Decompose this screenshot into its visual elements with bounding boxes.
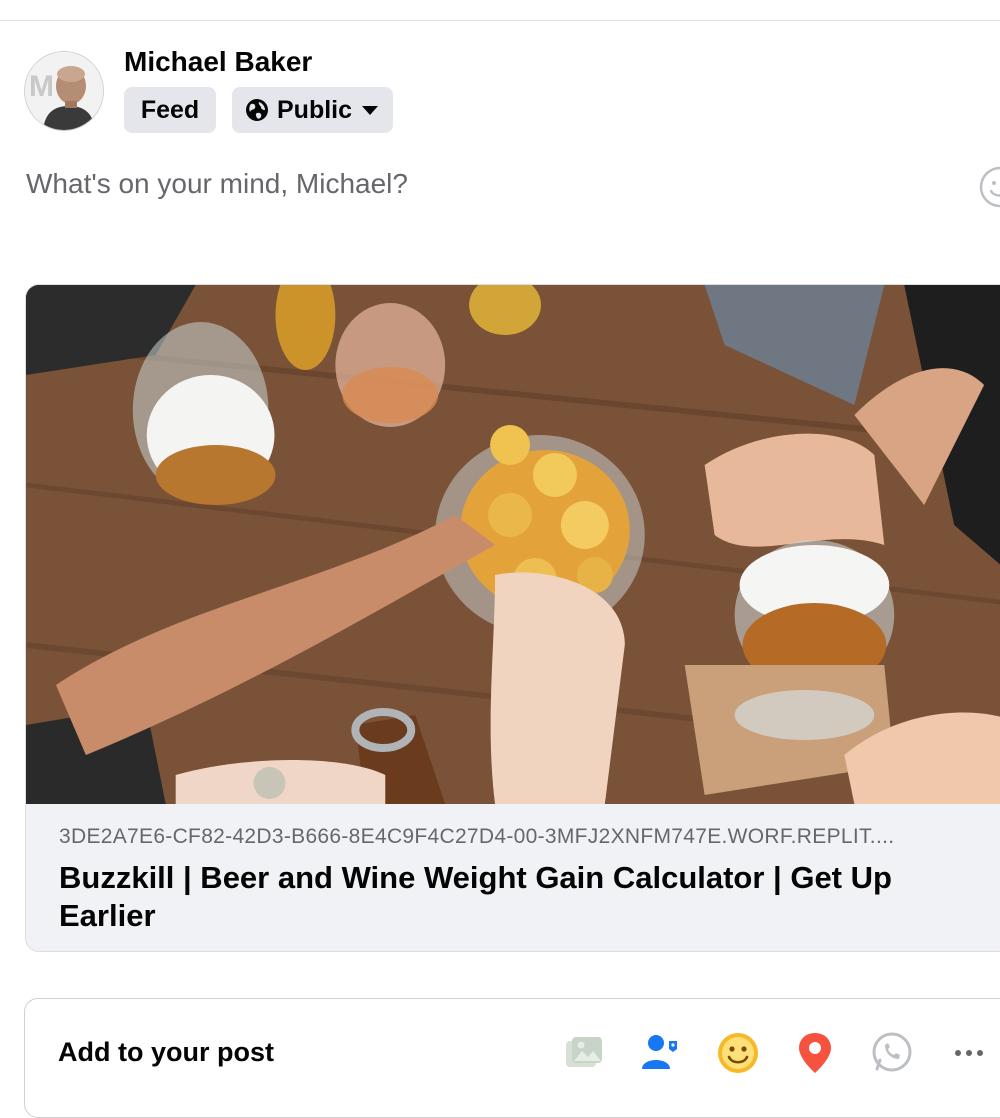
feeling-icon[interactable]	[714, 1029, 762, 1077]
link-preview-card[interactable]: 3DE2A7E6-CF82-42D3-B666-8E4C9F4C27D4-00-…	[25, 284, 1000, 952]
check-in-icon[interactable]	[791, 1029, 839, 1077]
tag-people-icon[interactable]	[636, 1029, 684, 1077]
add-to-post-label: Add to your post	[58, 1037, 274, 1067]
link-preview-image	[26, 285, 1000, 804]
author-name[interactable]: Michael Baker	[124, 46, 312, 78]
link-domain: 3DE2A7E6-CF82-42D3-B666-8E4C9F4C27D4-00-…	[59, 825, 895, 848]
privacy-selector-button[interactable]: Public	[232, 87, 393, 133]
top-divider	[0, 20, 1000, 21]
add-to-post-bar: Add to your post	[24, 998, 1000, 1118]
avatar[interactable]: M	[24, 51, 104, 131]
more-icon[interactable]	[945, 1029, 993, 1077]
emoji-icon[interactable]	[978, 165, 1000, 209]
post-text-input[interactable]: What's on your mind, Michael?	[26, 168, 408, 200]
feed-selector-button[interactable]: Feed	[124, 87, 216, 133]
globe-icon	[246, 99, 268, 121]
photo-video-icon[interactable]	[560, 1029, 608, 1077]
whatsapp-icon[interactable]	[867, 1029, 915, 1077]
svg-text:M: M	[29, 70, 54, 103]
feed-label: Feed	[140, 95, 200, 124]
avatar-image: M	[25, 52, 103, 130]
caret-down-icon	[362, 105, 379, 115]
privacy-label: Public	[277, 95, 353, 124]
link-title: Buzzkill | Beer and Wine Weight Gain Cal…	[59, 860, 892, 933]
